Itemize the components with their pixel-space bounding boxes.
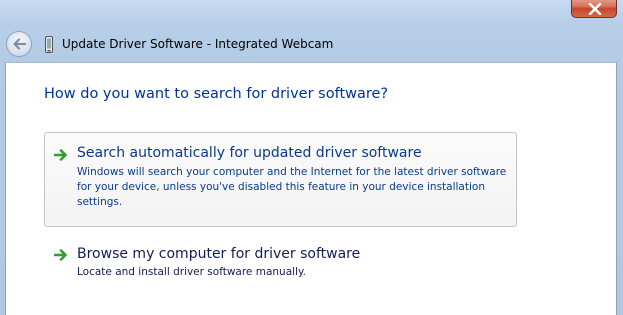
browse-computer-option[interactable]: Browse my computer for driver software L…: [44, 239, 517, 289]
dialog-content: How do you want to search for driver sof…: [5, 62, 617, 315]
window-frame: Update Driver Software - Integrated Webc…: [0, 0, 623, 315]
navigation-bar: Update Driver Software - Integrated Webc…: [0, 28, 623, 62]
green-arrow-icon: [54, 249, 67, 261]
webcam-device-icon: [45, 36, 53, 53]
close-icon: [588, 3, 602, 15]
close-button[interactable]: [571, 0, 617, 18]
browse-computer-title: Browse my computer for driver software: [77, 246, 361, 262]
browse-computer-description: Locate and install driver software manua…: [77, 266, 307, 278]
back-arrow-icon: [13, 38, 26, 50]
back-button[interactable]: [6, 31, 32, 57]
window-title: Update Driver Software - Integrated Webc…: [62, 37, 334, 51]
search-automatically-title: Search automatically for updated driver …: [77, 145, 422, 161]
green-arrow-icon: [54, 149, 67, 161]
main-instruction: How do you want to search for driver sof…: [44, 86, 389, 102]
search-automatically-description: Windows will search your computer and th…: [77, 166, 507, 208]
search-automatically-option[interactable]: Search automatically for updated driver …: [44, 132, 517, 227]
